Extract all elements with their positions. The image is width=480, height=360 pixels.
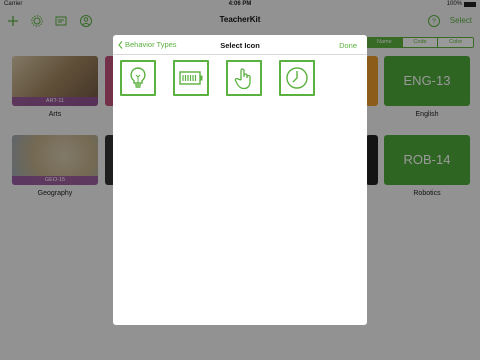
- clock-icon: [286, 67, 308, 89]
- icon-option-clock[interactable]: [279, 60, 315, 96]
- modal-header: Behavior Types Select Icon Done: [113, 35, 367, 55]
- hand-icon: [234, 68, 251, 90]
- modal-title: Select Icon: [220, 41, 260, 50]
- icon-option-lightbulb[interactable]: [120, 60, 156, 96]
- icon-grid: [120, 60, 315, 96]
- battery-icon: [179, 71, 203, 85]
- lightbulb-icon: [130, 67, 146, 88]
- icon-option-hand[interactable]: [226, 60, 262, 96]
- select-icon-modal: Behavior Types Select Icon Done: [113, 35, 367, 325]
- icon-option-battery[interactable]: [173, 60, 209, 96]
- done-button[interactable]: Done: [339, 41, 357, 50]
